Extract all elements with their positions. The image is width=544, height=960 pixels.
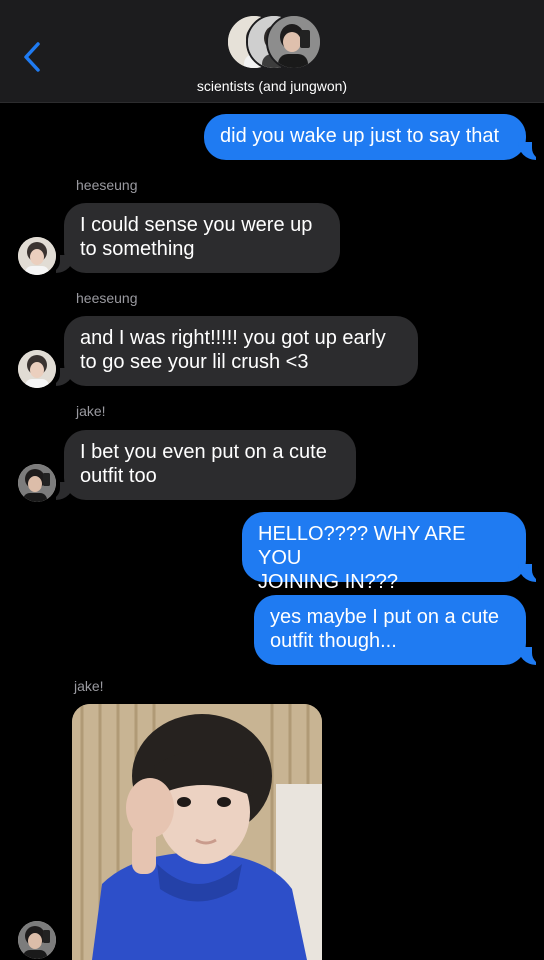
- bubble-tail: [518, 142, 544, 160]
- avatar-jake[interactable]: [18, 464, 56, 502]
- sender-label: jake!: [74, 678, 104, 694]
- bubble-tail: [46, 482, 74, 500]
- group-avatar-3: [266, 14, 322, 70]
- sender-label: jake!: [76, 403, 106, 419]
- image-attachment[interactable]: [72, 704, 322, 960]
- bubble-tail: [518, 647, 544, 665]
- group-title[interactable]: scientists (and jungwon): [0, 78, 544, 94]
- message-bubble-outgoing[interactable]: HELLO???? WHY ARE YOU JOINING IN???: [242, 512, 526, 593]
- avatar-jake[interactable]: [18, 921, 56, 959]
- group-avatar-stack[interactable]: [226, 14, 322, 70]
- message-bubble-outgoing[interactable]: yes maybe I put on a cute outfit though.…: [254, 595, 526, 665]
- chat-header: scientists (and jungwon): [0, 0, 544, 103]
- sender-label: heeseung: [76, 290, 138, 306]
- bubble-tail: [46, 255, 74, 273]
- bubble-tail: [518, 564, 544, 582]
- message-bubble-incoming[interactable]: I bet you even put on a cute outfit too: [64, 430, 356, 500]
- avatar-heeseung[interactable]: [18, 237, 56, 275]
- message-bubble-incoming[interactable]: I could sense you were up to something: [64, 203, 340, 273]
- chevron-left-icon[interactable]: [18, 40, 46, 74]
- avatar-heeseung[interactable]: [18, 350, 56, 388]
- bubble-tail: [46, 368, 74, 386]
- message-bubble-incoming[interactable]: and I was right!!!!! you got up early to…: [64, 316, 418, 386]
- sender-label: heeseung: [76, 177, 138, 193]
- message-bubble-outgoing[interactable]: did you wake up just to say that: [204, 114, 526, 160]
